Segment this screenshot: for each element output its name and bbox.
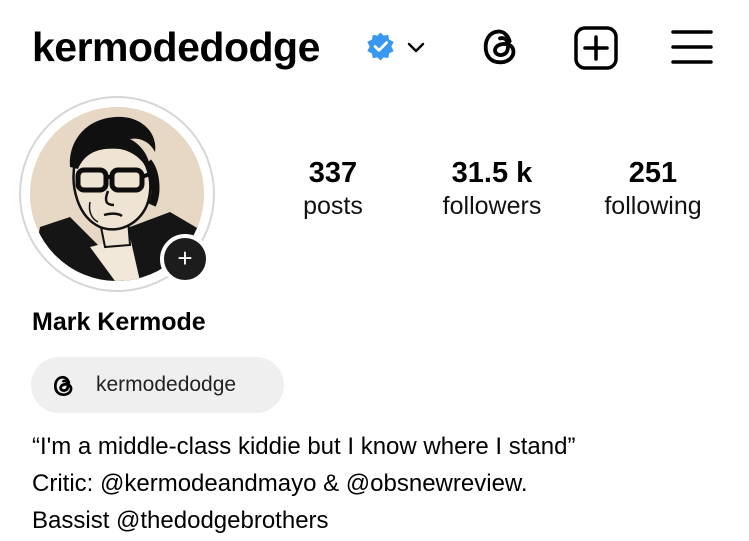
verified-badge-icon [367, 32, 394, 61]
stat-posts[interactable]: 337 posts [258, 156, 408, 222]
hamburger-menu-icon[interactable] [670, 26, 714, 68]
full-name: Mark Kermode [32, 308, 206, 336]
stat-following[interactable]: 251 following [578, 156, 728, 222]
bio-line[interactable]: Critic: @kermodeandmayo & @obsnewreview. [32, 465, 575, 502]
username-switcher[interactable]: kermodedodge [32, 22, 320, 72]
threads-icon [53, 375, 73, 397]
stat-followers[interactable]: 31.5 k followers [417, 156, 567, 222]
bio: “I'm a middle-class kiddie but I know wh… [32, 428, 575, 539]
following-count: 251 [628, 157, 678, 189]
bio-line[interactable]: Bassist @thedodgebrothers [32, 502, 575, 539]
followers-count: 31.5 k [451, 157, 533, 189]
profile-header: kermodedodge [0, 0, 749, 100]
threads-profile-link[interactable]: kermodedodge [31, 357, 284, 413]
threads-handle: kermodedodge [96, 373, 237, 396]
add-square-icon[interactable] [572, 24, 620, 72]
followers-label: followers [442, 192, 542, 220]
add-story-button[interactable]: + [160, 234, 210, 284]
bio-line: “I'm a middle-class kiddie but I know wh… [32, 433, 576, 460]
posts-count: 337 [308, 157, 358, 189]
threads-icon[interactable] [478, 24, 524, 70]
following-label: following [604, 192, 702, 220]
chevron-down-icon[interactable] [404, 35, 428, 59]
posts-label: posts [303, 192, 363, 220]
